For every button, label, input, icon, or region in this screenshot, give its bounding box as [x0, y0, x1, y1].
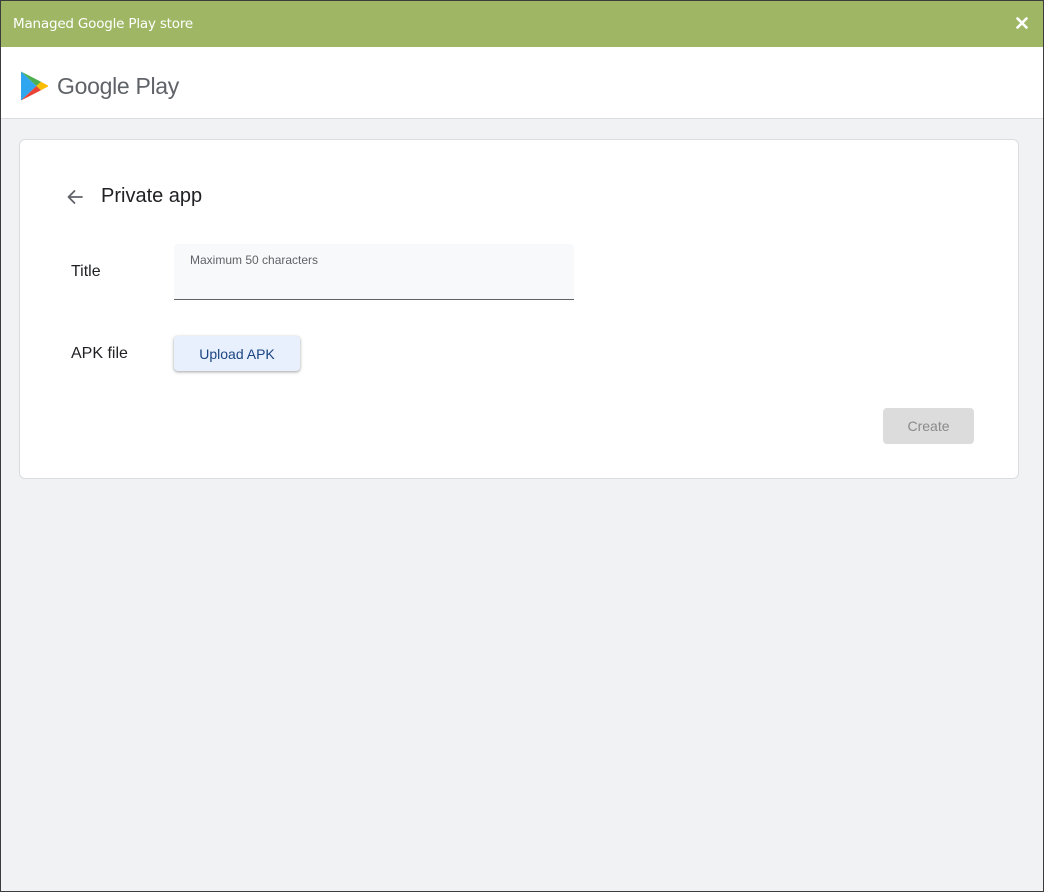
title-field[interactable]: Maximum 50 characters: [174, 244, 574, 300]
window-titlebar: Managed Google Play store: [1, 1, 1043, 47]
title-label: Title: [71, 263, 101, 280]
google-play-logo-icon: [21, 71, 49, 101]
window-title: Managed Google Play store: [13, 16, 193, 32]
arrow-back-icon: [67, 190, 83, 204]
close-icon: [1016, 17, 1028, 29]
title-input[interactable]: [174, 244, 574, 299]
upload-apk-button[interactable]: Upload APK: [174, 336, 300, 371]
google-play-header: Google Play: [1, 47, 1043, 119]
private-app-card: Private app Title Maximum 50 characters …: [19, 139, 1019, 479]
apk-file-label: APK file: [71, 345, 128, 362]
close-button[interactable]: [1013, 14, 1031, 32]
create-button[interactable]: Create: [883, 408, 974, 444]
page-title: Private app: [101, 185, 203, 207]
google-play-wordmark: Google Play: [57, 72, 179, 99]
managed-play-window: Managed Google Play store Google Play Pr…: [0, 0, 1044, 892]
back-button[interactable]: [64, 186, 86, 208]
google-play-logo: Google Play: [19, 70, 179, 102]
